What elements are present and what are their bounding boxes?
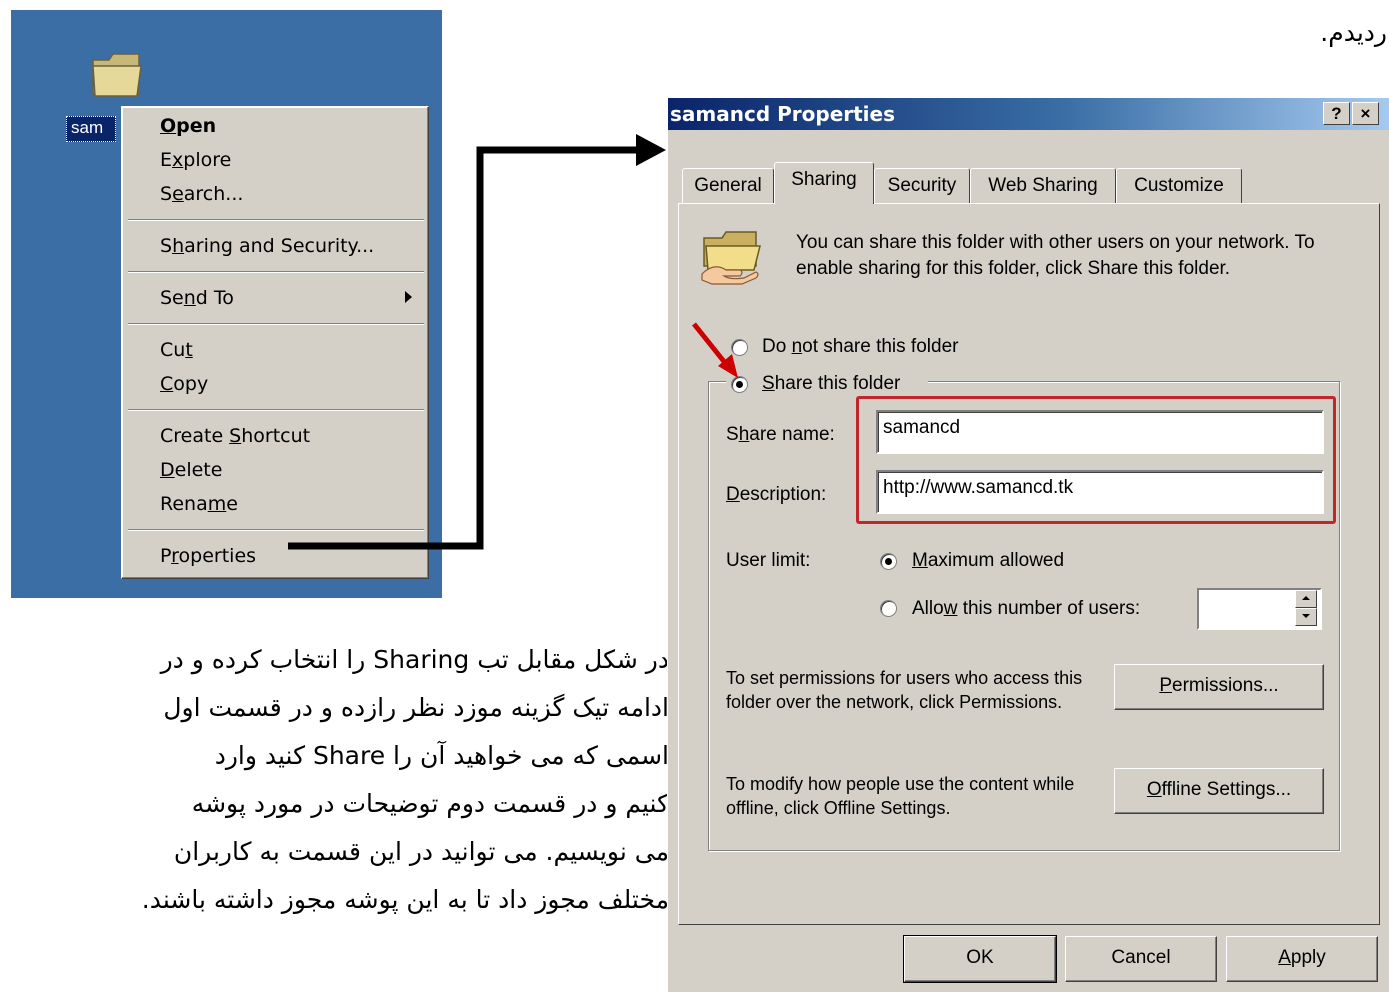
paragraph-line: ادامه تیک گزینه موزد نظر رازده و در قسمت… <box>163 693 669 722</box>
menu-item-create-shortcut[interactable]: Create Shortcut <box>160 425 310 447</box>
permissions-text: To set permissions for users who access … <box>726 668 1083 712</box>
share-name-label: Share name: <box>726 424 835 445</box>
menu-separator <box>128 409 424 411</box>
icon-label[interactable]: sam <box>66 116 116 142</box>
menu-item-open[interactable]: Open <box>160 115 216 137</box>
apply-button[interactable]: Apply <box>1226 936 1378 982</box>
menu-item-rename[interactable]: Rename <box>160 493 238 515</box>
allow-number-radio[interactable] <box>880 600 897 617</box>
spin-up-icon[interactable] <box>1295 590 1317 608</box>
annotation-arrow-icon <box>692 322 738 378</box>
menu-item-copy[interactable]: Copy <box>160 373 208 395</box>
dialog-titlebar[interactable]: samancd Properties ? × <box>668 98 1389 130</box>
paragraph-line: مختلف مجوز داد تا به این پوشه مجوز داشته… <box>141 885 669 914</box>
paragraph-line: می نویسیم. می توانید در این قسمت به کارب… <box>173 837 669 866</box>
tab-general[interactable]: General <box>682 168 774 203</box>
desktop-screenshot: sam Open Explore Search... Sharing and S… <box>11 10 442 598</box>
sharing-info-text: You can share this folder with other use… <box>796 232 1315 279</box>
maximum-allowed-label[interactable]: Maximum allowed <box>912 550 1064 572</box>
do-not-share-label[interactable]: Do not share this folder <box>762 336 958 358</box>
cancel-button[interactable]: Cancel <box>1065 936 1217 982</box>
help-button[interactable]: ? <box>1323 102 1350 125</box>
menu-item-search[interactable]: Search... <box>160 183 243 205</box>
menu-separator <box>128 529 424 531</box>
paragraph-line: کنیم و در قسمت دوم توضیحات در مورد پوشه <box>191 789 669 818</box>
offline-settings-button[interactable]: Offline Settings... <box>1114 768 1324 814</box>
tab-customize[interactable]: Customize <box>1116 168 1242 203</box>
maximum-allowed-radio[interactable] <box>880 553 897 570</box>
folder-icon[interactable] <box>89 50 145 100</box>
offline-text: To modify how people use the content whi… <box>726 774 1075 818</box>
properties-dialog: samancd Properties ? × General Sharing S… <box>667 98 1389 992</box>
context-menu: Open Explore Search... Sharing and Secur… <box>121 106 429 579</box>
menu-item-properties[interactable]: Properties <box>160 545 256 567</box>
tab-sharing[interactable]: Sharing <box>774 162 874 204</box>
menu-item-send-to[interactable]: Send To <box>160 287 234 309</box>
submenu-arrow-icon <box>405 291 412 303</box>
paragraph-line: اسمی که می خواهید آن را Share کنید وارد <box>214 741 669 770</box>
menu-separator <box>128 323 424 325</box>
menu-separator <box>128 271 424 273</box>
top-text: ردیدم. <box>1320 18 1387 47</box>
menu-item-delete[interactable]: Delete <box>160 459 222 481</box>
menu-item-sharing-security[interactable]: Sharing and Security... <box>160 235 374 257</box>
highlight-box <box>856 396 1336 524</box>
description-label: Description: <box>726 484 827 505</box>
ok-button[interactable]: OK <box>903 935 1057 983</box>
share-this-folder-label[interactable]: Share this folder <box>762 373 900 395</box>
permissions-button[interactable]: Permissions... <box>1114 664 1324 710</box>
paragraph-line: در شکل مقابل تب Sharing را انتخاب کرده و… <box>160 645 669 674</box>
tab-security[interactable]: Security <box>874 168 970 203</box>
tab-web-sharing[interactable]: Web Sharing <box>970 168 1116 203</box>
spin-down-icon[interactable] <box>1295 608 1317 626</box>
shared-folder-icon <box>701 231 761 285</box>
menu-item-cut[interactable]: Cut <box>160 339 193 361</box>
close-button[interactable]: × <box>1352 102 1379 125</box>
user-count-spinner[interactable] <box>1197 588 1322 630</box>
allow-number-label[interactable]: Allow this number of users: <box>912 598 1140 620</box>
menu-item-explore[interactable]: Explore <box>160 149 231 171</box>
dialog-title: samancd Properties <box>670 102 895 126</box>
user-limit-label: User limit: <box>726 550 811 571</box>
menu-separator <box>128 219 424 221</box>
